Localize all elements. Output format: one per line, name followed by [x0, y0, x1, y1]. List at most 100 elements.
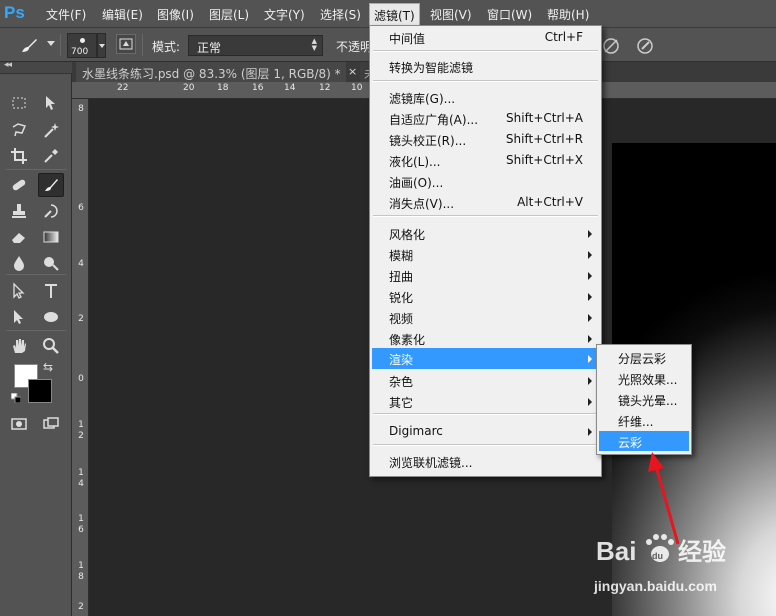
- menu-type[interactable]: 文字(Y): [264, 6, 305, 23]
- menu-separator: [373, 80, 598, 82]
- menu-separator: [373, 50, 598, 52]
- toolbox-header: ◂◂: [0, 60, 72, 74]
- tablet-pressure-size-icon[interactable]: [634, 35, 656, 57]
- close-tab-icon[interactable]: ×: [348, 65, 357, 78]
- move-tool-icon[interactable]: [38, 91, 64, 115]
- menu-item-adaptive-wide-angle[interactable]: 自适应广角(A)... Shift+Ctrl+A: [372, 108, 599, 129]
- menu-item-shortcut: Ctrl+F: [544, 30, 583, 44]
- submenu-item-label: 分层云彩: [618, 352, 667, 366]
- photoshop-logo: Ps: [4, 3, 25, 22]
- collapse-icon[interactable]: ◂◂: [4, 60, 12, 70]
- menu-separator: [373, 215, 598, 217]
- clone-stamp-tool-icon[interactable]: [6, 199, 32, 223]
- menu-window[interactable]: 窗口(W): [487, 6, 532, 23]
- menu-item-filter-gallery[interactable]: 滤镜库(G)...: [372, 87, 599, 108]
- brush-preset-picker[interactable]: 700: [67, 33, 97, 58]
- menu-item-convert-smart-filter[interactable]: 转换为智能滤镜: [372, 56, 599, 77]
- menu-item-shortcut: Shift+Ctrl+X: [506, 153, 583, 167]
- menu-item-label: 扭曲: [389, 270, 414, 284]
- path-selection-tool-icon[interactable]: [6, 279, 32, 303]
- menu-item-stylize[interactable]: 风格化: [372, 223, 599, 244]
- mode-label: 模式:: [152, 40, 181, 54]
- menu-select[interactable]: 选择(S): [320, 6, 361, 23]
- magic-wand-tool-icon[interactable]: [38, 118, 64, 142]
- menu-view[interactable]: 视图(V): [430, 6, 472, 23]
- ellipse-tool-icon[interactable]: [38, 305, 64, 329]
- menu-item-video[interactable]: 视频: [372, 307, 599, 328]
- submenu-item-fibers[interactable]: 纤维...: [599, 410, 689, 430]
- submenu-item-lighting-effects[interactable]: 光照效果...: [599, 368, 689, 388]
- menu-item-label: 消失点(V)...: [389, 197, 455, 211]
- marquee-tool-icon[interactable]: [6, 91, 32, 115]
- menu-item-label: 中间值: [389, 32, 426, 46]
- eyedropper-tool-icon[interactable]: [38, 144, 64, 168]
- menu-image[interactable]: 图像(I): [157, 6, 194, 23]
- submenu-item-label: 云彩: [618, 436, 643, 450]
- gradient-tool-icon[interactable]: [38, 225, 64, 249]
- brush-preset-dropdown[interactable]: [97, 33, 106, 58]
- menu-item-label: 自适应广角(A)...: [389, 113, 479, 127]
- menu-item-browse-filters-online[interactable]: 浏览联机滤镜...: [372, 451, 599, 472]
- menu-item-blur[interactable]: 模糊: [372, 244, 599, 265]
- ruler-tick-label: 12: [78, 420, 84, 441]
- submenu-item-lens-flare[interactable]: 镜头光晕...: [599, 389, 689, 409]
- tool-preset-caret-icon[interactable]: [47, 41, 55, 46]
- menu-item-sharpen[interactable]: 锐化: [372, 286, 599, 307]
- menu-item-label: 渲染: [389, 353, 414, 367]
- menu-edit[interactable]: 编辑(E): [102, 6, 143, 23]
- menu-file[interactable]: 文件(F): [46, 6, 86, 23]
- menu-item-noise[interactable]: 杂色: [372, 370, 599, 391]
- menu-layer[interactable]: 图层(L): [209, 6, 249, 23]
- lasso-tool-icon[interactable]: [6, 118, 32, 142]
- blend-mode-select[interactable]: 正常 ▲ ▼: [188, 35, 323, 56]
- menu-item-label: 模糊: [389, 249, 414, 263]
- submenu-arrow-icon: [588, 335, 592, 343]
- menu-item-pixelate[interactable]: 像素化: [372, 328, 599, 349]
- submenu-item-difference-clouds[interactable]: 分层云彩: [599, 347, 689, 367]
- document-tab[interactable]: 水墨线条练习.psd @ 83.3% (图层 1, RGB/8) *: [76, 62, 346, 82]
- menu-item-median[interactable]: 中间值 Ctrl+F: [372, 27, 599, 48]
- history-brush-tool-icon[interactable]: [38, 199, 64, 223]
- menu-item-digimarc[interactable]: Digimarc: [372, 421, 599, 442]
- submenu-arrow-icon: [588, 251, 592, 259]
- type-tool-icon[interactable]: [38, 279, 64, 303]
- quick-mask-icon[interactable]: [6, 412, 32, 436]
- svg-text:Bai: Bai: [596, 536, 636, 566]
- swap-colors-icon[interactable]: ⇆: [43, 360, 53, 374]
- screen-mode-icon[interactable]: [38, 412, 64, 436]
- menu-item-vanishing-point[interactable]: 消失点(V)... Alt+Ctrl+V: [372, 192, 599, 213]
- menu-item-render[interactable]: 渲染: [372, 348, 599, 369]
- hand-tool-icon[interactable]: [6, 334, 32, 358]
- blur-tool-icon[interactable]: [6, 251, 32, 275]
- dodge-tool-icon[interactable]: [38, 251, 64, 275]
- zoom-tool-icon[interactable]: [38, 334, 64, 358]
- menu-item-lens-correction[interactable]: 镜头校正(R)... Shift+Ctrl+R: [372, 129, 599, 150]
- eraser-tool-icon[interactable]: [6, 225, 32, 249]
- submenu-item-label: 镜头光晕...: [618, 394, 678, 408]
- menu-item-other[interactable]: 其它: [372, 391, 599, 412]
- ruler-tick-label: 2: [78, 602, 84, 612]
- menu-item-oil-paint[interactable]: 油画(O)...: [372, 171, 599, 192]
- vertical-ruler[interactable]: 8 6 4 2 0 12 14 16 18 2: [72, 99, 89, 616]
- ruler-tick-label: 6: [78, 203, 84, 213]
- direct-selection-tool-icon[interactable]: [6, 305, 32, 329]
- menu-item-label: 油画(O)...: [389, 176, 444, 190]
- healing-brush-tool-icon[interactable]: [6, 173, 32, 197]
- background-color-swatch[interactable]: [28, 379, 52, 403]
- crop-tool-icon[interactable]: [6, 144, 32, 168]
- menu-item-distort[interactable]: 扭曲: [372, 265, 599, 286]
- menu-filter[interactable]: 滤镜(T): [369, 3, 420, 26]
- tablet-pressure-opacity-icon[interactable]: [600, 35, 622, 57]
- brush-tool-icon[interactable]: [38, 173, 64, 197]
- menu-help[interactable]: 帮助(H): [547, 6, 589, 23]
- toolbox-divider: [6, 169, 66, 170]
- brush-panel-icon: [119, 38, 133, 50]
- menu-item-label: 锐化: [389, 291, 414, 305]
- menu-item-liquify[interactable]: 液化(L)... Shift+Ctrl+X: [372, 150, 599, 171]
- default-colors-icon[interactable]: [11, 393, 21, 403]
- toolbox: ◂◂ ⇆: [0, 60, 72, 616]
- menu-item-label: 转换为智能滤镜: [389, 61, 474, 75]
- brush-panel-toggle[interactable]: [116, 34, 136, 54]
- menu-item-shortcut: Shift+Ctrl+R: [505, 132, 583, 146]
- brush-tool-icon[interactable]: [18, 34, 40, 56]
